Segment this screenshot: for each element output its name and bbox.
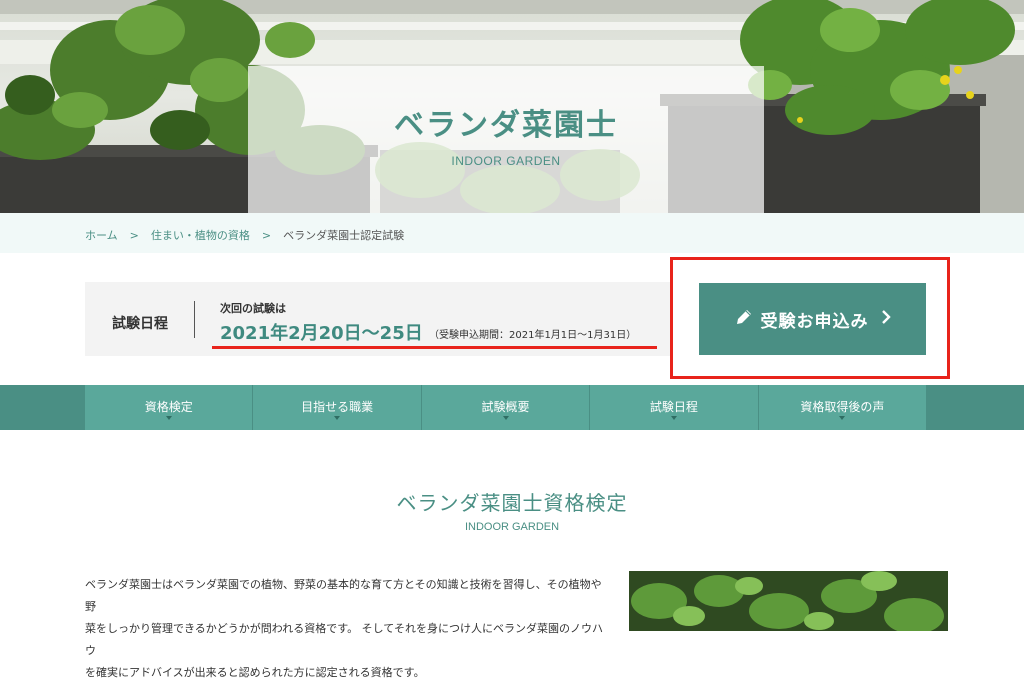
exam-schedule-box: 試験日程 次回の試験は 2021年2月20日〜25日 （受験申込期間：2021年…	[85, 282, 670, 356]
caret-down-icon	[165, 416, 172, 420]
breadcrumb: ホーム > 住まい・植物の資格 > ベランダ菜園士認定試験	[0, 213, 1024, 253]
nav-tab-testimonials[interactable]: 資格取得後の声	[759, 385, 926, 430]
nav-tab-label: 資格検定	[144, 400, 193, 414]
next-exam-date: 2021年2月20日〜25日	[220, 323, 423, 344]
intro-line: を確実にアドバイスが出来ると認められた方に認定される資格です。	[85, 666, 425, 679]
section-subtitle: INDOOR GARDEN	[464, 521, 560, 533]
schedule-label: 試験日程	[112, 316, 168, 332]
chevron-right-icon	[881, 309, 891, 329]
hero-title-panel: ベランダ菜園士 INDOOR GARDEN	[248, 66, 764, 213]
caret-down-icon	[334, 416, 341, 420]
next-exam-label: 次回の試験は	[220, 302, 286, 315]
intro-line: 菜をしっかり管理できるかどうかが問われる資格です。 そしてそれを身につけ人にベラ…	[85, 622, 603, 657]
breadcrumb-link-category[interactable]: 住まい・植物の資格	[151, 229, 250, 242]
hero-banner: ベランダ菜園士 INDOOR GARDEN	[0, 0, 1024, 213]
page-title: ベランダ菜園士	[394, 108, 618, 143]
apply-button[interactable]: 受験お申込み	[699, 283, 926, 355]
herb-photo	[629, 571, 948, 631]
caret-down-icon	[839, 416, 846, 420]
date-highlight-underline	[212, 346, 657, 349]
caret-down-icon	[502, 416, 509, 420]
breadcrumb-current: ベランダ菜園士認定試験	[283, 229, 405, 242]
apply-button-label: 受験お申込み	[760, 311, 869, 332]
section-title: ベランダ菜園士資格検定	[396, 491, 628, 515]
breadcrumb-separator: >	[129, 229, 139, 242]
nav-tab-overview[interactable]: 試験概要	[422, 385, 591, 430]
nav-tab-certification[interactable]: 資格検定	[85, 385, 254, 430]
page-subtitle: INDOOR GARDEN	[451, 154, 561, 168]
section-nav-bar: 資格検定 目指せる職業 試験概要 試験日程 資格取得後の声	[0, 385, 1024, 430]
breadcrumb-separator: >	[261, 229, 272, 242]
nav-tab-careers[interactable]: 目指せる職業	[253, 385, 422, 430]
schedule-divider	[194, 301, 195, 338]
pencil-icon	[735, 308, 753, 331]
intro-paragraph: ベランダ菜園士はベランダ菜園での植物、野菜の基本的な育て方とその知識と技術を習得…	[85, 574, 605, 684]
application-period: （受験申込期間：2021年1月1日〜1月31日）	[429, 330, 637, 341]
breadcrumb-link-home[interactable]: ホーム	[85, 229, 118, 242]
nav-tab-label: 試験日程	[649, 400, 698, 414]
nav-tab-label: 試験概要	[481, 400, 530, 414]
nav-tab-schedule[interactable]: 試験日程	[590, 385, 759, 430]
nav-tab-label: 資格取得後の声	[800, 400, 885, 414]
intro-line: ベランダ菜園士はベランダ菜園での植物、野菜の基本的な育て方とその知識と技術を習得…	[85, 578, 602, 613]
caret-down-icon	[670, 416, 677, 420]
nav-tab-label: 目指せる職業	[301, 400, 374, 414]
